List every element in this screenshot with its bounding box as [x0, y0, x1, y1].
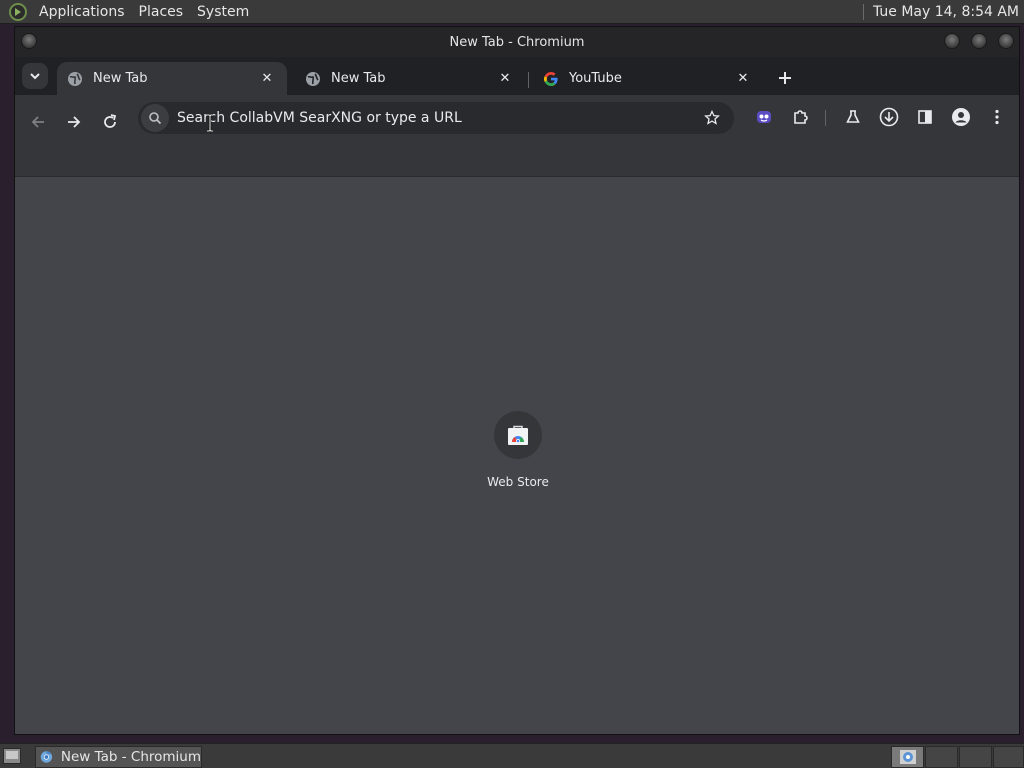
reload-button[interactable]	[96, 108, 124, 136]
bookmark-button[interactable]	[698, 104, 726, 132]
tab-title: New Tab	[331, 71, 386, 86]
browser-toolbar: Search CollabVM SearXNG or type a URL	[15, 95, 1019, 177]
forward-icon	[68, 116, 81, 128]
shortcut-tile[interactable]	[494, 411, 542, 459]
profile-icon	[952, 108, 970, 126]
omnibox-placeholder[interactable]: Search CollabVM SearXNG or type a URL	[177, 110, 698, 126]
places-menu[interactable]: Places	[132, 0, 191, 24]
chromium-icon	[40, 751, 53, 763]
extension-mascot-icon	[757, 111, 771, 123]
searxng-icon	[149, 112, 162, 125]
shortcut-web-store[interactable]: Web Store	[478, 411, 558, 489]
chevron-down-icon	[30, 73, 40, 80]
tab-search-button[interactable]	[22, 63, 48, 89]
reload-icon	[104, 114, 117, 128]
show-desktop-icon[interactable]	[3, 748, 21, 764]
minimize-button[interactable]	[944, 33, 960, 49]
workspace-1[interactable]	[891, 746, 924, 768]
taskbar-button-chromium[interactable]: New Tab - Chromium	[35, 746, 202, 768]
new-tab-page: Web Store	[15, 178, 1019, 734]
google-icon	[544, 71, 558, 86]
bookmark-star-icon	[704, 110, 720, 125]
workspace-2[interactable]	[925, 746, 958, 768]
window-titlebar[interactable]: New Tab - Chromium	[15, 27, 1019, 57]
labs-flask-icon	[846, 110, 860, 123]
window-menu-button[interactable]	[21, 33, 37, 49]
toolbar-separator	[825, 110, 826, 126]
panel-separator	[862, 3, 864, 20]
chromium-icon	[900, 750, 916, 764]
extensions-puzzle-icon	[794, 110, 808, 124]
chrome-menu-button[interactable]	[984, 104, 1010, 130]
back-button[interactable]	[24, 108, 52, 136]
distro-logo-icon[interactable]	[9, 2, 27, 21]
shortcut-label: Web Store	[487, 475, 549, 489]
labs-button[interactable]	[840, 104, 866, 130]
text-cursor-icon	[207, 114, 213, 132]
tab-strip: New Tab ✕ New Tab ✕ YouTube ✕	[15, 57, 1019, 95]
downloads-icon	[879, 107, 899, 127]
applications-menu[interactable]: Applications	[32, 0, 132, 24]
tab-divider	[528, 72, 529, 88]
tab-new-tab-1[interactable]: New Tab ✕	[57, 62, 287, 95]
tab-title: New Tab	[93, 71, 148, 86]
site-info-icon[interactable]	[141, 104, 169, 132]
side-panel-button[interactable]	[912, 104, 938, 130]
web-store-icon	[508, 425, 528, 445]
window-title: New Tab - Chromium	[449, 34, 585, 50]
new-tab-button[interactable]	[773, 66, 797, 90]
close-window-button[interactable]	[998, 33, 1014, 49]
omnibox[interactable]: Search CollabVM SearXNG or type a URL	[138, 102, 734, 134]
forward-button[interactable]	[60, 108, 88, 136]
tab-title: YouTube	[569, 71, 622, 86]
browser-window: New Tab - Chromium New Tab ✕ New Tab ✕ Y…	[14, 26, 1020, 735]
tab-new-tab-2[interactable]: New Tab ✕	[295, 62, 525, 95]
taskbar-button-label: New Tab - Chromium	[60, 749, 201, 765]
tab-close-icon[interactable]: ✕	[259, 71, 275, 87]
extension-button[interactable]	[751, 104, 777, 130]
top-panel: Applications Places System Tue May 14, 8…	[0, 0, 1024, 24]
tab-close-icon[interactable]: ✕	[735, 71, 751, 87]
back-icon	[31, 116, 44, 128]
downloads-button[interactable]	[876, 104, 902, 130]
tab-youtube[interactable]: YouTube ✕	[533, 62, 763, 95]
maximize-button[interactable]	[971, 33, 987, 49]
extensions-button[interactable]	[787, 104, 813, 130]
side-panel-icon	[918, 110, 932, 124]
globe-icon	[68, 71, 82, 86]
plus-icon	[779, 72, 791, 84]
profile-button[interactable]	[948, 104, 974, 130]
tab-close-icon[interactable]: ✕	[497, 71, 513, 87]
clock[interactable]: Tue May 14, 8:54 AM	[873, 4, 1024, 20]
bottom-panel: New Tab - Chromium	[0, 743, 1024, 768]
system-menu[interactable]: System	[190, 0, 256, 24]
workspace-4[interactable]	[993, 746, 1024, 768]
workspace-3[interactable]	[959, 746, 992, 768]
menu-kebab-icon	[995, 109, 999, 125]
globe-icon	[306, 71, 320, 86]
